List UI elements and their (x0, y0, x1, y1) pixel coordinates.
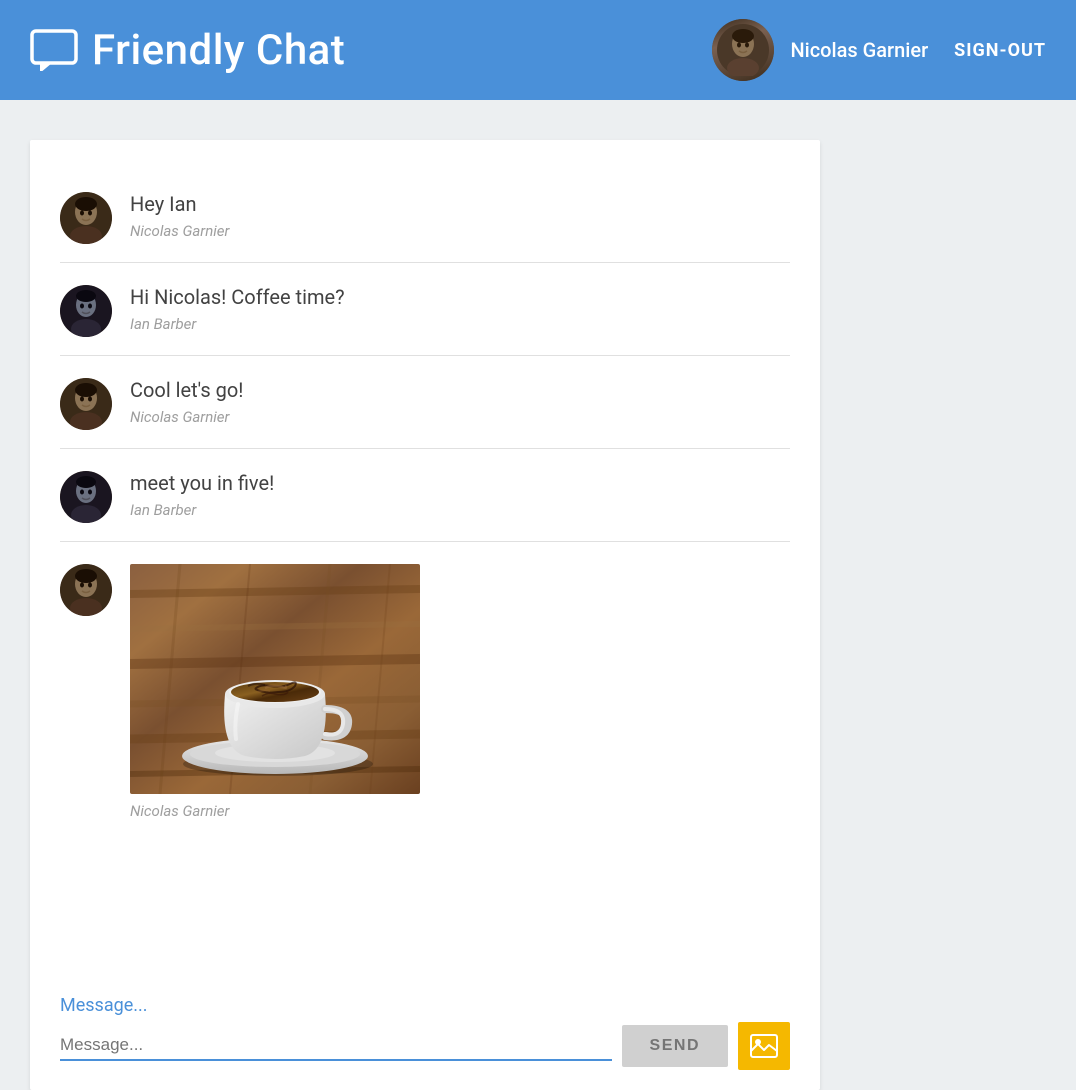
message-text: Hey Ian (130, 192, 790, 216)
message-sender: Nicolas Garnier (130, 408, 790, 426)
message-content: Hi Nicolas! Coffee time? Ian Barber (130, 285, 790, 333)
message-input[interactable] (60, 1031, 612, 1061)
avatar (60, 378, 112, 430)
message-content: Nicolas Garnier (130, 564, 790, 820)
avatar (60, 192, 112, 244)
message-content: meet you in five! Ian Barber (130, 471, 790, 519)
main-content: Hey Ian Nicolas Garnier (0, 100, 1076, 1090)
input-area: Message... SEND (60, 975, 790, 1070)
message-content: Hey Ian Nicolas Garnier (130, 192, 790, 240)
app-header: Friendly Chat Nicolas Garni (0, 0, 1076, 100)
avatar (60, 285, 112, 337)
app-title: Friendly Chat (92, 26, 345, 75)
message-item: Hey Ian Nicolas Garnier (60, 170, 790, 263)
logo-section: Friendly Chat (30, 26, 712, 75)
message-item: Nicolas Garnier (60, 542, 790, 838)
chat-bubble-icon (30, 29, 78, 71)
avatar (60, 564, 112, 616)
message-content: Cool let's go! Nicolas Garnier (130, 378, 790, 426)
header-avatar (712, 19, 774, 81)
input-row: SEND (60, 1022, 790, 1070)
signout-button[interactable]: SIGN-OUT (954, 40, 1046, 61)
message-sender: Nicolas Garnier (130, 222, 790, 240)
avatar-image (712, 19, 774, 81)
user-section: Nicolas Garnier SIGN-OUT (712, 19, 1046, 81)
send-button[interactable]: SEND (622, 1025, 728, 1067)
header-username: Nicolas Garnier (790, 38, 928, 62)
message-sender: Nicolas Garnier (130, 802, 790, 820)
image-upload-button[interactable] (738, 1022, 790, 1070)
message-text: Hi Nicolas! Coffee time? (130, 285, 790, 309)
messages-list: Hey Ian Nicolas Garnier (60, 170, 790, 975)
message-input-label: Message... (60, 995, 790, 1016)
message-item: meet you in five! Ian Barber (60, 449, 790, 542)
message-image (130, 564, 420, 794)
message-item: Cool let's go! Nicolas Garnier (60, 356, 790, 449)
message-text: meet you in five! (130, 471, 790, 495)
message-sender: Ian Barber (130, 315, 790, 333)
message-item: Hi Nicolas! Coffee time? Ian Barber (60, 263, 790, 356)
avatar (60, 471, 112, 523)
message-text: Cool let's go! (130, 378, 790, 402)
image-upload-icon (750, 1034, 778, 1058)
chat-container: Hey Ian Nicolas Garnier (30, 140, 820, 1090)
message-sender: Ian Barber (130, 501, 790, 519)
